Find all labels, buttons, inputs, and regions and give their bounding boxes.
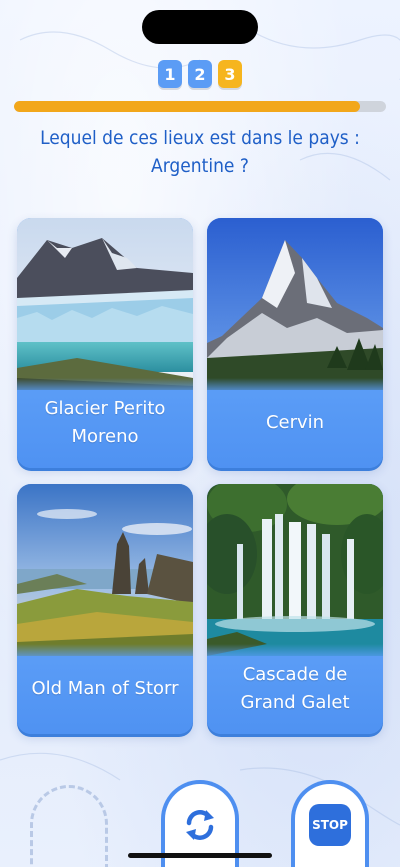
step-1: 1 [158,60,182,88]
mountain-photo [207,218,383,390]
answer-label-2: Cervin [265,412,325,433]
stop-label: STOP [309,804,351,846]
answer-label-3: Old Man of Storr [31,678,179,699]
answer-card-2[interactable]: Cervin [207,218,383,468]
rock-pinnacle-photo [17,484,193,656]
progress-fill [14,101,360,112]
answer-card-4[interactable]: Cascade de Grand Galet [207,484,383,734]
answer-label-area: Cascade de Grand Galet [207,644,383,734]
question-text: Lequel de ces lieux est dans le pays : A… [40,127,360,177]
progress-bar [14,101,386,112]
answer-label-4: Cascade de Grand Galet [240,664,350,713]
stop-button[interactable]: STOP [291,780,369,867]
answer-label-1: Glacier Perito Moreno [44,398,166,447]
glacier-photo [17,218,193,390]
waterfall-photo [207,484,383,656]
answer-label-area: Cervin [207,378,383,468]
answer-card-1[interactable]: Glacier Perito Moreno [17,218,193,468]
step-3: 3 [218,60,242,88]
answer-label-area: Glacier Perito Moreno [17,378,193,468]
empty-joker-slot [30,785,108,867]
step-indicator: 1 2 3 [0,60,400,88]
home-indicator[interactable] [128,853,272,858]
answer-card-3[interactable]: Old Man of Storr [17,484,193,734]
answer-label-area: Old Man of Storr [17,644,193,734]
camera-notch [142,10,258,44]
refresh-icon [186,810,214,840]
step-2: 2 [188,60,212,88]
